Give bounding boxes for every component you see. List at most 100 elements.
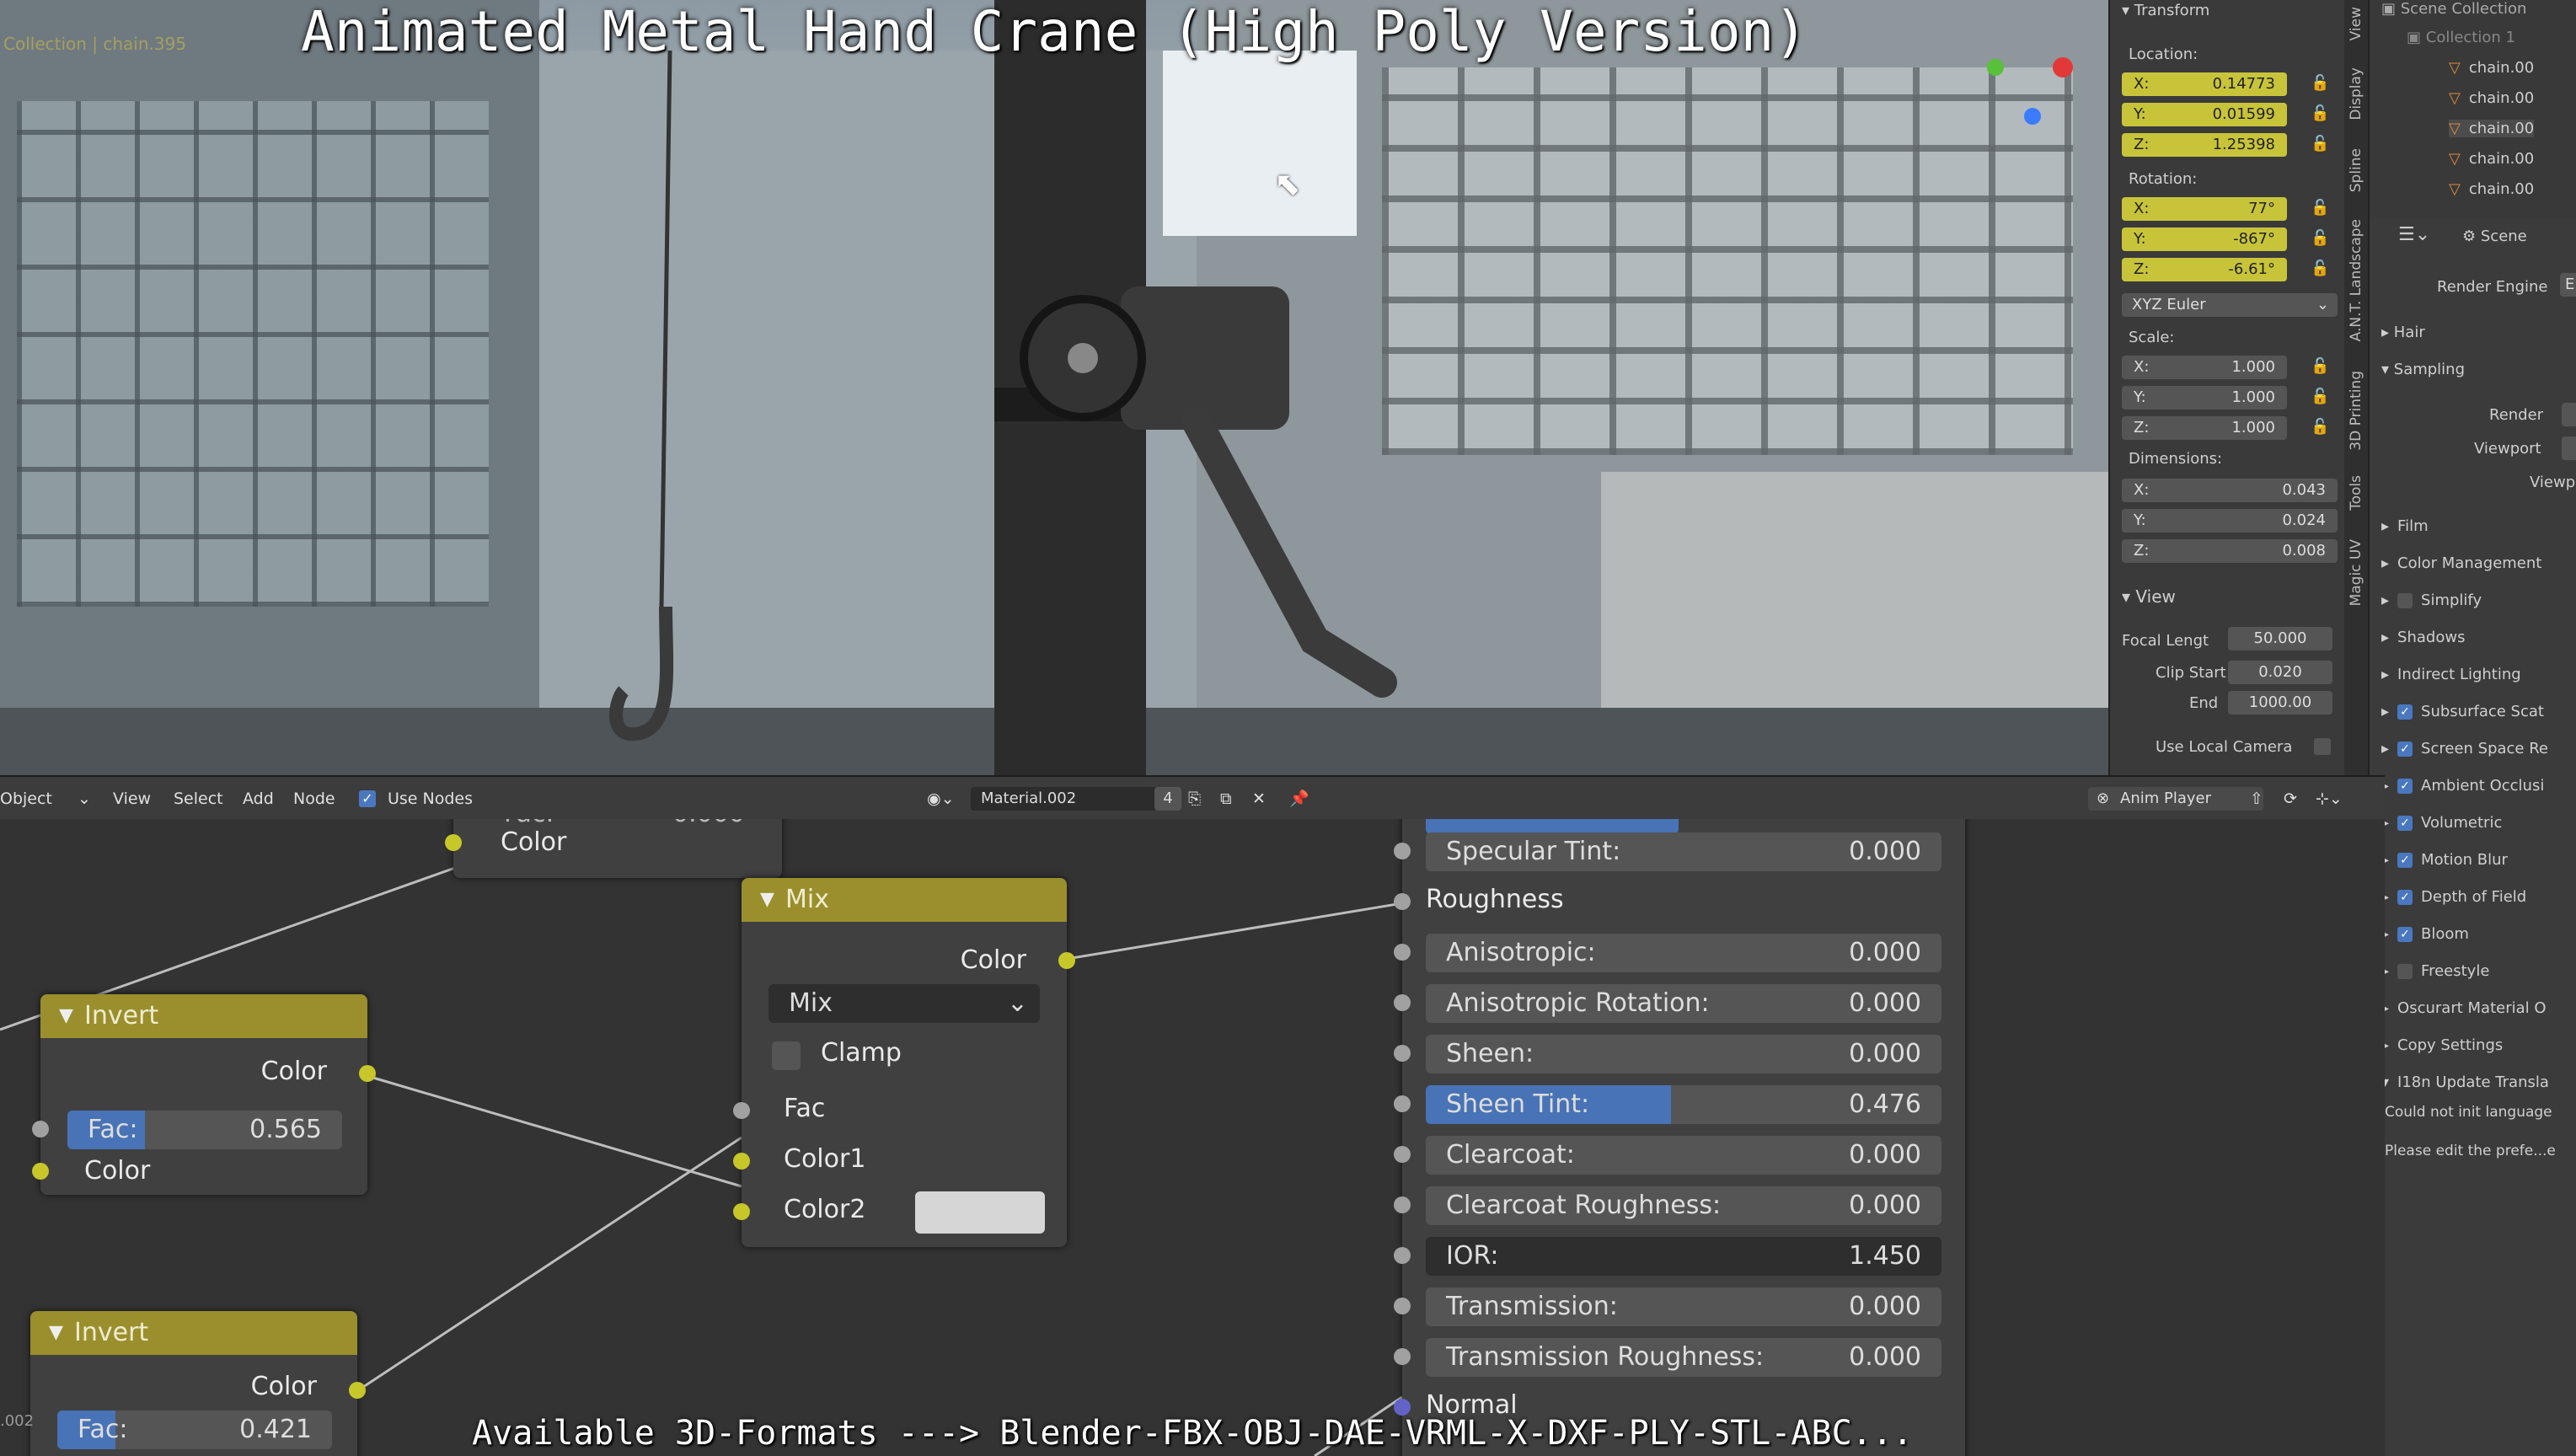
viewport-samples-field[interactable]	[2562, 436, 2576, 460]
location-z-field[interactable]: Z: 1.25398	[2122, 133, 2287, 157]
panel-shadows[interactable]: ▸ Shadows	[2381, 629, 2465, 646]
input-socket[interactable]	[1394, 1348, 1411, 1365]
sidebar-tab-a-n-t-landscape[interactable]: A.N.T. Landscape	[2348, 219, 2364, 341]
render-engine-select[interactable]: Ei	[2560, 273, 2576, 297]
input-socket[interactable]	[1394, 1095, 1411, 1112]
scale-z-field[interactable]: Z: 1.000	[2122, 416, 2287, 440]
rotation-x-field[interactable]: X: 77°	[2122, 197, 2287, 221]
transform-header[interactable]: ▾ Transform	[2122, 2, 2209, 19]
copy-material-icon[interactable]: ⧉	[1220, 777, 1232, 821]
material-users-count[interactable]: 4	[1154, 787, 1181, 811]
panel-enable-checkbox[interactable]: ✓	[2397, 816, 2413, 831]
panel-depth-of-field[interactable]: ▸ ✓ Depth of Field	[2381, 888, 2526, 906]
outliner-item[interactable]: ▽ chain.00	[2449, 120, 2535, 137]
lock-icon[interactable]: 🔓	[2311, 260, 2329, 277]
panel-enable-checkbox[interactable]: ✓	[2397, 853, 2413, 868]
3d-viewport[interactable]: Animated Metal Hand Crane (High Poly Ver…	[0, 0, 2108, 775]
editor-type-icon[interactable]: ☰⌄	[2398, 224, 2430, 245]
mode-select[interactable]: Object ⌄	[0, 777, 91, 821]
scene-tab[interactable]: ⚙ Scene	[2462, 228, 2527, 245]
panel-ambient-occlusi[interactable]: ▸ ✓ Ambient Occlusi	[2381, 777, 2544, 795]
collection-row[interactable]: ▣ Collection 1	[2407, 29, 2515, 46]
scale-y-field[interactable]: Y: 1.000	[2122, 386, 2287, 410]
input-socket[interactable]	[1394, 843, 1411, 859]
lock-icon[interactable]: 🔓	[2311, 74, 2329, 92]
lock-icon[interactable]: 🔓	[2311, 135, 2329, 153]
panel-enable-checkbox[interactable]	[2397, 964, 2413, 979]
panel-film[interactable]: ▸ Film	[2381, 517, 2429, 535]
color1-input-socket[interactable]	[733, 1153, 750, 1170]
use-local-camera-checkbox[interactable]	[2314, 738, 2331, 755]
bsdf-slider[interactable]: Transmission: 0.000	[1426, 1287, 1941, 1326]
material-name-field[interactable]: Material.002	[971, 787, 1158, 811]
bsdf-slider[interactable]: Anisotropic: 0.000	[1426, 934, 1941, 972]
lock-icon[interactable]: 🔓	[2311, 229, 2329, 247]
menu-node[interactable]: Node	[293, 777, 335, 821]
input-socket[interactable]	[1394, 1399, 1411, 1416]
bsdf-slider[interactable]: Sheen: 0.000	[1426, 1035, 1941, 1073]
mix-node[interactable]: ▼ Mix Color Mix ⌄ Clamp Fac Color1 Color…	[733, 878, 1075, 1247]
invert-node-header[interactable]: ▼ Invert	[30, 1311, 357, 1355]
dimensions-y-field[interactable]: Y: 0.024	[2122, 509, 2338, 533]
panel-copy-settings[interactable]: ▸ Copy Settings	[2381, 1036, 2503, 1054]
panel-subsurface-scat[interactable]: ▸ ✓ Subsurface Scat	[2381, 703, 2544, 720]
invert-node-1[interactable]: ▼ Invert Color Fac: 0.565 Color	[32, 994, 376, 1195]
bsdf-slider[interactable]: Anisotropic Rotation: 0.000	[1426, 984, 1941, 1023]
color-output-socket[interactable]	[349, 1382, 366, 1399]
color2-swatch[interactable]	[915, 1191, 1045, 1234]
input-socket[interactable]	[1394, 893, 1411, 910]
lock-icon[interactable]: 🔓	[2311, 418, 2329, 436]
sidebar-tab-spline[interactable]: Spline	[2348, 148, 2364, 192]
sidebar-tab-3d-printing[interactable]: 3D Printing	[2348, 371, 2364, 451]
view-header[interactable]: ▾ View	[2122, 586, 2176, 607]
panel-enable-checkbox[interactable]: ✓	[2397, 741, 2413, 757]
hair-panel[interactable]: ▸ Hair	[2381, 324, 2425, 341]
panel-enable-checkbox[interactable]: ✓	[2397, 704, 2413, 720]
anim-player-button[interactable]: ⊗ Anim Player	[2088, 787, 2263, 811]
blend-type-select[interactable]: Mix ⌄	[769, 984, 1040, 1023]
input-socket[interactable]	[1394, 1247, 1411, 1264]
panel-indirect-lighting[interactable]: ▸ Indirect Lighting	[2381, 666, 2521, 683]
rotation-y-field[interactable]: Y: -867°	[2122, 228, 2287, 251]
outliner-item[interactable]: ▽ chain.00	[2449, 150, 2534, 168]
snap-icon[interactable]: ⟳	[2284, 777, 2297, 821]
panel-oscurart-material-o[interactable]: ▸ Oscurart Material O	[2381, 999, 2547, 1017]
panel-simplify[interactable]: ▸ Simplify	[2381, 592, 2482, 609]
menu-select[interactable]: Select	[174, 777, 223, 821]
fake-user-icon[interactable]: ⎘	[1188, 777, 1201, 821]
parent-node-icon[interactable]: ⇧	[2250, 777, 2263, 821]
lock-icon[interactable]: 🔓	[2311, 104, 2329, 122]
close-icon[interactable]: ✕	[1252, 777, 1266, 821]
sidebar-tab-view[interactable]: View	[2348, 7, 2364, 40]
principled-bsdf-node[interactable]: Specular Tint: 0.000 Roughness Anisotropic:…	[1394, 819, 1965, 1456]
input-socket[interactable]	[1394, 1196, 1411, 1213]
panel-volumetric[interactable]: ▸ ✓ Volumetric	[2381, 814, 2502, 832]
rotation-z-field[interactable]: Z: -6.61°	[2122, 258, 2287, 281]
scale-x-field[interactable]: X: 1.000	[2122, 356, 2287, 379]
outliner-item[interactable]: ▽ chain.00	[2449, 89, 2534, 107]
input-socket[interactable]	[1394, 1146, 1411, 1163]
panel-enable-checkbox[interactable]	[2397, 593, 2413, 608]
panel-enable-checkbox[interactable]: ✓	[2397, 779, 2413, 794]
material-browse-icon[interactable]: ◉⌄	[927, 777, 955, 821]
bsdf-slider[interactable]: Sheen Tint: 0.476	[1426, 1085, 1941, 1124]
color-input-socket[interactable]	[32, 1163, 49, 1180]
bsdf-slider[interactable]: IOR: 1.450	[1426, 1237, 1941, 1276]
bsdf-slider[interactable]: Transmission Roughness: 0.000	[1426, 1338, 1941, 1377]
clip-start-field[interactable]: 0.020	[2228, 661, 2332, 684]
invert-node-header[interactable]: ▼ Invert	[40, 994, 367, 1038]
scene-collection-row[interactable]: ▣ Scene Collection	[2381, 0, 2526, 18]
lock-icon[interactable]: 🔓	[2311, 199, 2329, 217]
panel-bloom[interactable]: ▸ ✓ Bloom	[2381, 925, 2469, 943]
sidebar-tab-display[interactable]: Display	[2348, 67, 2364, 120]
menu-add[interactable]: Add	[243, 777, 274, 821]
mix-node-header[interactable]: ▼ Mix	[742, 878, 1067, 922]
panel-i18n-update-transla[interactable]: ▾ I18n Update Transla	[2381, 1073, 2549, 1091]
fac-slider[interactable]: Fac: 0.565	[67, 1111, 342, 1149]
menu-view[interactable]: View	[113, 777, 151, 821]
color2-input-socket[interactable]	[733, 1203, 750, 1220]
input-socket[interactable]	[1394, 944, 1411, 961]
outliner-item[interactable]: ▽ chain.00	[2449, 59, 2534, 77]
rotation-mode-select[interactable]: XYZ Euler ⌄	[2122, 293, 2338, 317]
focal-length-field[interactable]: 50.000	[2228, 627, 2332, 650]
